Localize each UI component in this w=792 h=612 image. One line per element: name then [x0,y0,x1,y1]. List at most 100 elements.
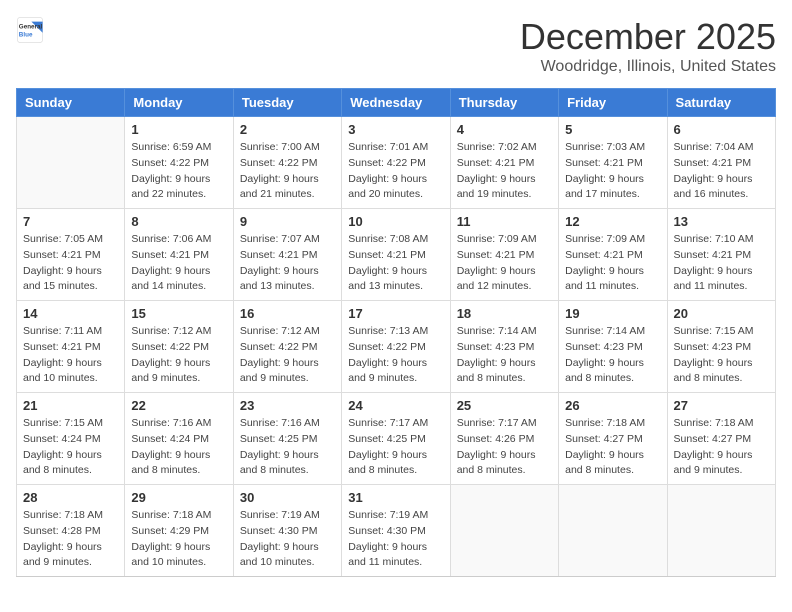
day-info: Sunrise: 7:17 AMSunset: 4:25 PMDaylight:… [348,416,443,479]
day-info: Sunrise: 7:18 AMSunset: 4:27 PMDaylight:… [674,416,769,479]
day-number: 29 [131,490,226,505]
calendar-header-row: SundayMondayTuesdayWednesdayThursdayFrid… [17,89,776,117]
day-number: 12 [565,214,660,229]
day-number: 24 [348,398,443,413]
calendar-week-row: 28 Sunrise: 7:18 AMSunset: 4:28 PMDayligh… [17,485,776,577]
day-info: Sunrise: 7:09 AMSunset: 4:21 PMDaylight:… [565,232,660,295]
day-info: Sunrise: 7:10 AMSunset: 4:21 PMDaylight:… [674,232,769,295]
calendar-cell: 25 Sunrise: 7:17 AMSunset: 4:26 PMDayligh… [450,393,558,485]
day-number: 1 [131,122,226,137]
calendar-cell: 22 Sunrise: 7:16 AMSunset: 4:24 PMDayligh… [125,393,233,485]
day-number: 25 [457,398,552,413]
calendar-cell: 16 Sunrise: 7:12 AMSunset: 4:22 PMDayligh… [233,301,341,393]
location-title: Woodridge, Illinois, United States [520,58,776,76]
day-number: 30 [240,490,335,505]
calendar-table: SundayMondayTuesdayWednesdayThursdayFrid… [16,88,776,577]
day-info: Sunrise: 7:08 AMSunset: 4:21 PMDaylight:… [348,232,443,295]
calendar-cell: 8 Sunrise: 7:06 AMSunset: 4:21 PMDaylight… [125,209,233,301]
calendar-cell: 15 Sunrise: 7:12 AMSunset: 4:22 PMDayligh… [125,301,233,393]
day-info: Sunrise: 7:16 AMSunset: 4:25 PMDaylight:… [240,416,335,479]
day-info: Sunrise: 7:00 AMSunset: 4:22 PMDaylight:… [240,140,335,203]
calendar-cell: 30Sunrise: 7:19 AMSunset: 4:30 PMDayligh… [233,485,341,577]
day-number: 28 [23,490,118,505]
calendar-cell [559,485,667,577]
calendar-cell: 14 Sunrise: 7:11 AMSunset: 4:21 PMDayligh… [17,301,125,393]
calendar-cell: 27 Sunrise: 7:18 AMSunset: 4:27 PMDayligh… [667,393,775,485]
svg-text:Blue: Blue [19,31,33,38]
col-header-friday: Friday [559,89,667,117]
col-header-wednesday: Wednesday [342,89,450,117]
svg-text:General: General [19,24,43,31]
day-number: 5 [565,122,660,137]
day-info: Sunrise: 7:12 AMSunset: 4:22 PMDaylight:… [240,324,335,387]
day-number: 9 [240,214,335,229]
day-number: 27 [674,398,769,413]
day-info: Sunrise: 7:03 AMSunset: 4:21 PMDaylight:… [565,140,660,203]
calendar-cell: 1 Sunrise: 6:59 AMSunset: 4:22 PMDaylight… [125,117,233,209]
calendar-cell: 23 Sunrise: 7:16 AMSunset: 4:25 PMDayligh… [233,393,341,485]
col-header-monday: Monday [125,89,233,117]
day-number: 14 [23,306,118,321]
day-info: Sunrise: 7:07 AMSunset: 4:21 PMDaylight:… [240,232,335,295]
day-number: 19 [565,306,660,321]
day-info: Sunrise: 7:18 AMSunset: 4:29 PMDaylight:… [131,508,226,571]
day-info: Sunrise: 7:19 AMSunset: 4:30 PMDaylight:… [348,508,443,571]
calendar-cell: 17Sunrise: 7:13 AMSunset: 4:22 PMDayligh… [342,301,450,393]
day-number: 23 [240,398,335,413]
calendar-cell [450,485,558,577]
calendar-cell: 12 Sunrise: 7:09 AMSunset: 4:21 PMDayligh… [559,209,667,301]
calendar-week-row: 7Sunrise: 7:05 AMSunset: 4:21 PMDaylight… [17,209,776,301]
calendar-week-row: 1 Sunrise: 6:59 AMSunset: 4:22 PMDaylight… [17,117,776,209]
day-info: Sunrise: 7:18 AMSunset: 4:28 PMDaylight:… [23,508,118,571]
day-info: Sunrise: 7:16 AMSunset: 4:24 PMDaylight:… [131,416,226,479]
day-number: 22 [131,398,226,413]
calendar-cell: 2 Sunrise: 7:00 AMSunset: 4:22 PMDaylight… [233,117,341,209]
day-number: 11 [457,214,552,229]
calendar-cell: 7Sunrise: 7:05 AMSunset: 4:21 PMDaylight… [17,209,125,301]
calendar-cell: 28 Sunrise: 7:18 AMSunset: 4:28 PMDayligh… [17,485,125,577]
calendar-cell: 10 Sunrise: 7:08 AMSunset: 4:21 PMDayligh… [342,209,450,301]
calendar-cell: 5 Sunrise: 7:03 AMSunset: 4:21 PMDaylight… [559,117,667,209]
day-info: Sunrise: 7:11 AMSunset: 4:21 PMDaylight:… [23,324,118,387]
day-info: Sunrise: 7:15 AMSunset: 4:23 PMDaylight:… [674,324,769,387]
day-info: Sunrise: 7:06 AMSunset: 4:21 PMDaylight:… [131,232,226,295]
calendar-week-row: 21 Sunrise: 7:15 AMSunset: 4:24 PMDayligh… [17,393,776,485]
calendar-cell: 24 Sunrise: 7:17 AMSunset: 4:25 PMDayligh… [342,393,450,485]
calendar-cell: 18Sunrise: 7:14 AMSunset: 4:23 PMDayligh… [450,301,558,393]
day-info: Sunrise: 6:59 AMSunset: 4:22 PMDaylight:… [131,140,226,203]
day-number: 18 [457,306,552,321]
day-info: Sunrise: 7:17 AMSunset: 4:26 PMDaylight:… [457,416,552,479]
col-header-tuesday: Tuesday [233,89,341,117]
day-info: Sunrise: 7:02 AMSunset: 4:21 PMDaylight:… [457,140,552,203]
day-number: 16 [240,306,335,321]
day-number: 2 [240,122,335,137]
day-number: 8 [131,214,226,229]
calendar-cell: 20Sunrise: 7:15 AMSunset: 4:23 PMDayligh… [667,301,775,393]
col-header-thursday: Thursday [450,89,558,117]
calendar-cell: 31 Sunrise: 7:19 AMSunset: 4:30 PMDayligh… [342,485,450,577]
day-number: 7 [23,214,118,229]
day-info: Sunrise: 7:04 AMSunset: 4:21 PMDaylight:… [674,140,769,203]
day-number: 21 [23,398,118,413]
logo: General Blue [16,16,44,44]
day-info: Sunrise: 7:09 AMSunset: 4:21 PMDaylight:… [457,232,552,295]
day-number: 3 [348,122,443,137]
day-info: Sunrise: 7:15 AMSunset: 4:24 PMDaylight:… [23,416,118,479]
day-number: 15 [131,306,226,321]
day-info: Sunrise: 7:01 AMSunset: 4:22 PMDaylight:… [348,140,443,203]
day-info: Sunrise: 7:14 AMSunset: 4:23 PMDaylight:… [565,324,660,387]
col-header-saturday: Saturday [667,89,775,117]
day-number: 10 [348,214,443,229]
header: General Blue December 2025 Woodridge, Il… [16,16,776,76]
calendar-cell: 3 Sunrise: 7:01 AMSunset: 4:22 PMDaylight… [342,117,450,209]
title-section: December 2025 Woodridge, Illinois, Unite… [520,16,776,76]
day-number: 31 [348,490,443,505]
calendar-cell: 9 Sunrise: 7:07 AMSunset: 4:21 PMDaylight… [233,209,341,301]
month-title: December 2025 [520,16,776,58]
day-number: 4 [457,122,552,137]
day-number: 26 [565,398,660,413]
day-info: Sunrise: 7:13 AMSunset: 4:22 PMDaylight:… [348,324,443,387]
day-info: Sunrise: 7:18 AMSunset: 4:27 PMDaylight:… [565,416,660,479]
calendar-cell: 21 Sunrise: 7:15 AMSunset: 4:24 PMDayligh… [17,393,125,485]
day-info: Sunrise: 7:12 AMSunset: 4:22 PMDaylight:… [131,324,226,387]
